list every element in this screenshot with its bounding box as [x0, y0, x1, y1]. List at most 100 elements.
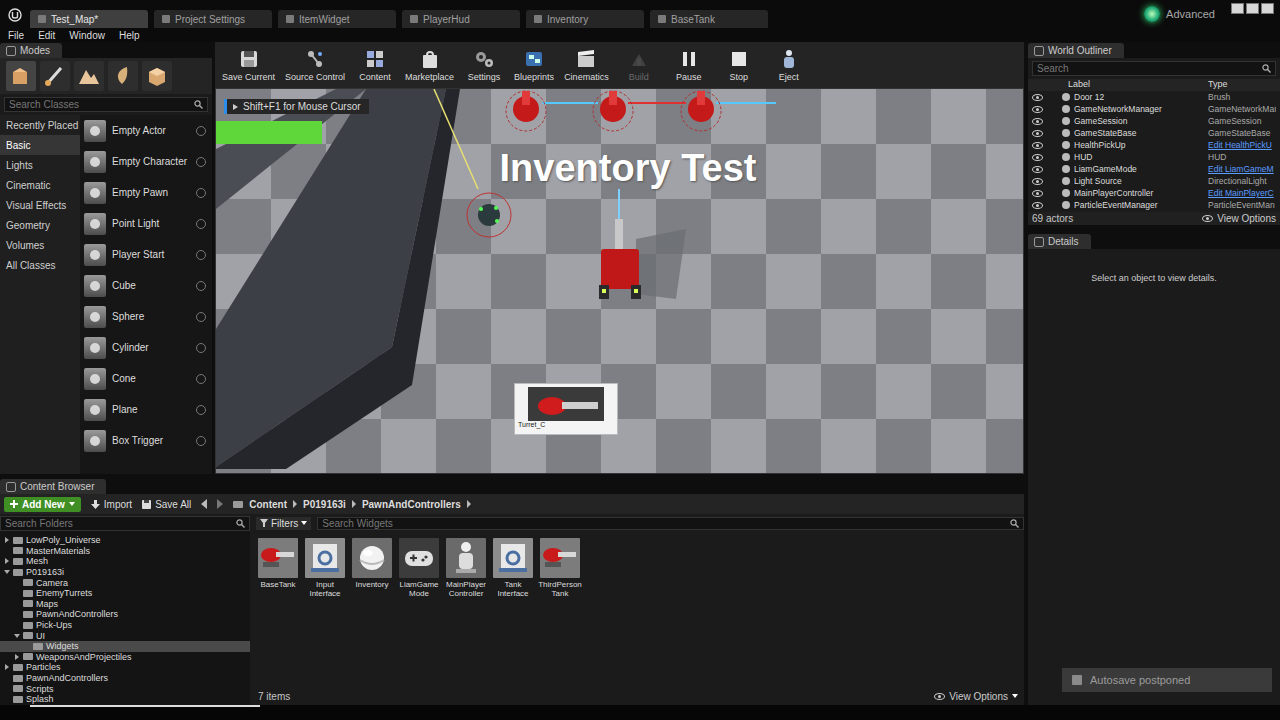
- toolbar-button[interactable]: Save Current: [219, 48, 278, 82]
- toolbar-label[interactable]: Content: [359, 72, 391, 82]
- toolbar-button[interactable]: Pause: [666, 48, 712, 82]
- actor-label[interactable]: HUD: [1074, 152, 1208, 162]
- folder-label[interactable]: Splash: [26, 694, 54, 704]
- document-tab[interactable]: Test_Map*: [30, 10, 148, 28]
- asset-tile[interactable]: Tank Interface: [491, 538, 535, 598]
- help-icon[interactable]: [196, 343, 206, 353]
- outliner-row[interactable]: GameNetworkManagerGameNetworkMar: [1028, 103, 1280, 115]
- filters-button[interactable]: Filters: [256, 517, 311, 530]
- tab-label[interactable]: Test_Map*: [51, 14, 98, 25]
- game-viewport[interactable]: Shift+F1 for Mouse CursorInventory TestT…: [215, 88, 1024, 474]
- class-search-placeholder[interactable]: Search Classes: [9, 99, 190, 110]
- outliner-row[interactable]: Door 12Brush: [1028, 91, 1280, 103]
- type-column-header[interactable]: Type: [1208, 79, 1276, 91]
- folder-label[interactable]: P019163i: [26, 567, 64, 577]
- help-icon[interactable]: [196, 188, 206, 198]
- content-browser-tab[interactable]: Content Browser: [0, 479, 106, 494]
- asset-tile[interactable]: BaseTank: [256, 538, 300, 589]
- folder-label[interactable]: MasterMaterials: [26, 546, 90, 556]
- document-tab[interactable]: Inventory: [526, 10, 644, 28]
- modes-tab[interactable]: Modes: [0, 43, 62, 58]
- folder-row[interactable]: Splash: [0, 694, 250, 705]
- label-column-header[interactable]: Label: [1032, 79, 1208, 91]
- toolbar-label[interactable]: Eject: [779, 72, 799, 82]
- asset-label[interactable]: LiamGame Mode: [396, 580, 442, 598]
- asset-label[interactable]: ThirdPerson Tank: [537, 580, 583, 598]
- placeable-item[interactable]: Cylinder: [80, 332, 212, 363]
- folder-label[interactable]: Scripts: [26, 684, 54, 694]
- tab-label[interactable]: ItemWidget: [299, 14, 350, 25]
- help-icon[interactable]: [196, 312, 206, 322]
- tab-label[interactable]: Project Settings: [175, 14, 245, 25]
- toolbar-label[interactable]: Source Control: [285, 72, 345, 82]
- breadcrumb-separator-icon[interactable]: [293, 500, 297, 508]
- folder-row[interactable]: EnemyTurrets: [0, 588, 250, 599]
- document-tab[interactable]: PlayerHud: [402, 10, 520, 28]
- category-label[interactable]: Volumes: [6, 240, 44, 251]
- folder-row[interactable]: Particles: [0, 662, 250, 673]
- placeable-item[interactable]: Empty Pawn: [80, 177, 212, 208]
- outliner-search-field[interactable]: Search: [1032, 61, 1276, 76]
- folder-row[interactable]: P019163i: [0, 567, 250, 578]
- tree-arrow-icon[interactable]: [4, 664, 10, 670]
- placeable-label[interactable]: Box Trigger: [112, 435, 190, 446]
- help-icon[interactable]: [196, 436, 206, 446]
- toolbar-label[interactable]: Save Current: [222, 72, 275, 82]
- tree-arrow-icon[interactable]: [4, 569, 10, 575]
- folder-search-field[interactable]: Search Folders: [0, 516, 250, 531]
- add-new-label[interactable]: Add New: [22, 499, 65, 510]
- asset-tile[interactable]: Inventory: [350, 538, 394, 589]
- category-item[interactable]: Lights: [0, 155, 80, 175]
- advanced-badge[interactable]: Advanced: [1144, 0, 1215, 28]
- class-search-field[interactable]: Search Classes: [4, 97, 208, 112]
- category-item[interactable]: Basic: [0, 135, 80, 155]
- placeable-label[interactable]: Cone: [112, 373, 190, 384]
- visibility-toggle[interactable]: [1032, 190, 1062, 197]
- actor-label[interactable]: Light Source: [1074, 176, 1208, 186]
- visibility-toggle[interactable]: [1032, 154, 1062, 161]
- help-icon[interactable]: [196, 374, 206, 384]
- tree-arrow-icon[interactable]: [4, 558, 10, 564]
- forward-arrow-icon[interactable]: [217, 499, 223, 509]
- actor-type[interactable]: Edit LiamGameM: [1208, 164, 1276, 174]
- category-label[interactable]: Geometry: [6, 220, 50, 231]
- back-arrow-icon[interactable]: [201, 499, 207, 509]
- outliner-row[interactable]: LiamGameModeEdit LiamGameM: [1028, 163, 1280, 175]
- actor-label[interactable]: GameNetworkManager: [1074, 104, 1208, 114]
- breadcrumb-item[interactable]: PawnAndControllers: [362, 499, 461, 510]
- folder-label[interactable]: Camera: [36, 578, 68, 588]
- breadcrumb-separator-icon[interactable]: [467, 500, 471, 508]
- placeable-label[interactable]: Sphere: [112, 311, 190, 322]
- outliner-row[interactable]: MainPlayerControllerEdit MainPlayerC: [1028, 187, 1280, 199]
- visibility-toggle[interactable]: [1032, 178, 1062, 185]
- help-icon[interactable]: [196, 281, 206, 291]
- folder-row[interactable]: PawnAndControllers: [0, 673, 250, 684]
- placeable-label[interactable]: Cylinder: [112, 342, 190, 353]
- asset-label[interactable]: Inventory: [349, 580, 395, 589]
- import-label[interactable]: Import: [104, 499, 132, 510]
- visibility-toggle[interactable]: [1032, 166, 1062, 173]
- folder-row[interactable]: UI: [0, 630, 250, 641]
- folder-label[interactable]: Mesh: [26, 556, 48, 566]
- folder-label[interactable]: Particles: [26, 662, 61, 672]
- breadcrumb-item[interactable]: Content: [249, 499, 287, 510]
- placeable-item[interactable]: Point Light: [80, 208, 212, 239]
- actor-label[interactable]: Door 12: [1074, 92, 1208, 102]
- help-icon[interactable]: [196, 157, 206, 167]
- asset-tile[interactable]: Input Interface: [303, 538, 347, 598]
- actor-label[interactable]: HealthPickUp: [1074, 140, 1208, 150]
- placeable-label[interactable]: Cube: [112, 280, 190, 291]
- asset-search-field[interactable]: Search Widgets: [317, 517, 1024, 530]
- folder-row[interactable]: WeaponsAndProjectiles: [0, 652, 250, 663]
- breadcrumb-item[interactable]: P019163i: [303, 499, 346, 510]
- tree-arrow-icon[interactable]: [14, 654, 20, 660]
- category-item[interactable]: Geometry: [0, 215, 80, 235]
- folder-row[interactable]: Pick-Ups: [0, 620, 250, 631]
- advanced-label[interactable]: Advanced: [1166, 8, 1215, 20]
- placeable-label[interactable]: Empty Pawn: [112, 187, 190, 198]
- import-button[interactable]: Import: [91, 499, 132, 510]
- toolbar-button[interactable]: Marketplace: [402, 48, 457, 82]
- view-options-label[interactable]: View Options: [1217, 213, 1276, 224]
- placeable-item[interactable]: Empty Actor: [80, 115, 212, 146]
- category-label[interactable]: Lights: [6, 160, 33, 171]
